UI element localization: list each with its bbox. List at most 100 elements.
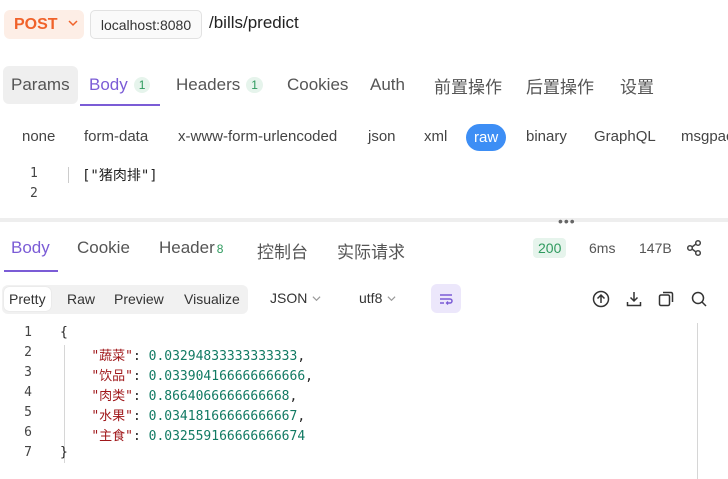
chevron-down-icon <box>68 20 78 27</box>
body-type-form-data[interactable]: form-data <box>84 128 148 145</box>
body-type-none[interactable]: none <box>22 128 55 145</box>
response-tab-body[interactable]: Body <box>11 238 50 258</box>
json-value: 0.033904166666666666 <box>148 369 306 384</box>
format-select[interactable]: JSON <box>270 290 321 306</box>
code-line: 2 "蔬菜": 0.03294833333333333, <box>0 345 700 365</box>
active-tab-indicator <box>80 104 160 106</box>
json-value: 0.032559166666666674 <box>148 429 306 444</box>
method-label: POST <box>14 15 58 33</box>
panel-divider[interactable] <box>0 218 728 222</box>
view-mode-segment: Pretty Raw Preview Visualize <box>2 285 248 314</box>
tab-label: Cookies <box>287 75 349 94</box>
view-preview-button[interactable]: Preview <box>114 291 164 307</box>
tab-headers[interactable]: Headers 1 <box>176 66 263 104</box>
response-size: 147B <box>639 240 672 256</box>
vertical-scrollbar[interactable] <box>697 323 698 479</box>
body-type-json[interactable]: json <box>368 128 396 145</box>
tab-params[interactable]: Params <box>3 66 78 104</box>
url-bar: POST localhost:8080 /bills/predict <box>0 0 728 50</box>
tab-label: 后置操作 <box>526 77 594 97</box>
request-tabs: Params Body 1 Headers 1 Cookies Auth 前置操作 … <box>0 66 728 106</box>
body-type-xml[interactable]: xml <box>424 128 447 145</box>
json-entry: "蔬菜": 0.03294833333333333, <box>91 349 306 364</box>
json-key: "水果" <box>91 409 133 424</box>
view-visualize-button[interactable]: Visualize <box>184 291 240 307</box>
encoding-select[interactable]: utf8 <box>359 290 396 306</box>
count-badge: 1 <box>246 77 263 93</box>
download-icon[interactable] <box>625 290 643 308</box>
body-type-binary[interactable]: binary <box>526 128 567 145</box>
body-type-urlencoded[interactable]: x-www-form-urlencoded <box>178 128 337 145</box>
response-tab-header[interactable]: Header 8 <box>159 238 223 258</box>
tab-label: Body <box>89 75 128 94</box>
tab-label: Headers <box>176 75 241 94</box>
tab-cookies[interactable]: Cookies <box>287 66 348 104</box>
response-tab-cookie[interactable]: Cookie <box>77 238 130 258</box>
format-value: JSON <box>270 290 308 306</box>
encoding-value: utf8 <box>359 290 383 306</box>
line-number: 1 <box>24 325 32 340</box>
request-body-text[interactable]: ["猪肉排"] <box>82 165 158 185</box>
response-time: 6ms <box>589 240 616 256</box>
active-tab-indicator <box>4 270 58 272</box>
view-raw-button[interactable]: Raw <box>67 291 95 307</box>
json-key: "饮品" <box>91 369 133 384</box>
method-select[interactable]: POST <box>4 10 84 39</box>
line-number: 5 <box>24 405 32 420</box>
code-line: 5 "水果": 0.03418166666666667, <box>0 405 700 425</box>
text-wrap-icon <box>440 294 453 305</box>
response-body-viewer[interactable]: 1 { 2 "蔬菜": 0.03294833333333333, 3 "饮品":… <box>0 323 728 479</box>
upload-icon[interactable] <box>592 290 610 308</box>
view-pretty-button[interactable]: Pretty <box>4 287 51 311</box>
code-line: 7 } <box>0 445 700 465</box>
host-field[interactable]: localhost:8080 <box>90 10 202 39</box>
response-toolbar: Pretty Raw Preview Visualize JSON utf8 <box>0 283 728 315</box>
response-tab-console[interactable]: 控制台 <box>257 238 308 263</box>
line-number: 1 <box>30 166 38 181</box>
json-entry: "肉类": 0.8664066666666668, <box>91 389 298 404</box>
share-icon[interactable] <box>685 239 703 257</box>
line-number: 3 <box>24 365 32 380</box>
close-brace: } <box>60 445 68 460</box>
status-badge: 200 <box>533 238 567 258</box>
chevron-down-icon <box>312 296 321 302</box>
code-line: 6 "主食": 0.032559166666666674 <box>0 425 700 445</box>
line-number: 4 <box>24 385 32 400</box>
open-brace: { <box>60 325 68 340</box>
tab-body[interactable]: Body 1 <box>89 66 151 104</box>
code-line: 3 "饮品": 0.033904166666666666, <box>0 365 700 385</box>
tab-label: Header <box>159 238 215 257</box>
tab-pre-processors[interactable]: 前置操作 <box>434 66 502 104</box>
body-type-graphql[interactable]: GraphQL <box>594 128 656 145</box>
json-key: "肉类" <box>91 389 133 404</box>
line-number: 2 <box>30 186 38 201</box>
json-value: 0.03294833333333333 <box>148 349 298 364</box>
search-icon[interactable] <box>690 290 708 308</box>
tab-post-processors[interactable]: 后置操作 <box>526 66 594 104</box>
tab-label: 设置 <box>620 77 654 97</box>
json-entry: "水果": 0.03418166666666667, <box>91 409 306 424</box>
count-badge: 8 <box>216 242 224 256</box>
tab-auth[interactable]: Auth <box>370 66 405 104</box>
tab-label: Params <box>11 75 70 94</box>
resize-handle-icon[interactable]: ••• <box>558 213 576 229</box>
line-number: 7 <box>24 445 32 460</box>
chevron-down-icon <box>387 296 396 302</box>
tab-label: 前置操作 <box>434 77 502 97</box>
line-number: 2 <box>24 345 32 360</box>
body-type-selector: none form-data x-www-form-urlencoded jso… <box>0 122 728 154</box>
count-badge: 1 <box>133 77 151 93</box>
copy-icon[interactable] <box>657 290 675 308</box>
body-type-raw[interactable]: raw <box>466 124 507 151</box>
json-entry: "饮品": 0.033904166666666666, <box>91 369 313 384</box>
body-type-msgpack[interactable]: msgpack <box>681 128 728 145</box>
path-input[interactable]: /bills/predict <box>209 13 299 33</box>
code-line: 1 { <box>0 325 700 345</box>
response-tab-actual-request[interactable]: 实际请求 <box>337 238 405 263</box>
word-wrap-button[interactable] <box>431 284 461 313</box>
request-body-editor[interactable]: 1 2 ["猪肉排"] <box>0 163 728 218</box>
tab-label: Auth <box>370 75 405 94</box>
indent-guide <box>68 167 69 183</box>
tab-settings[interactable]: 设置 <box>620 66 654 104</box>
json-key: "主食" <box>91 429 133 444</box>
